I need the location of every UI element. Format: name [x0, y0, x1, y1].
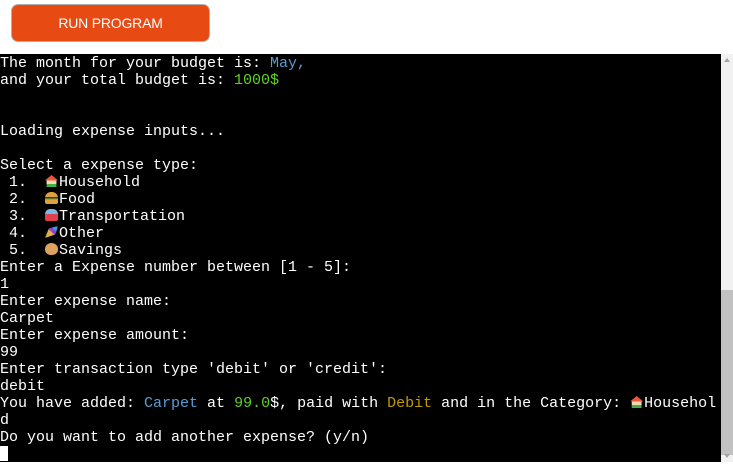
terminal-line: Enter expense name: [0, 293, 721, 310]
terminal-text: You have added: [0, 395, 145, 412]
terminal-text: The month for your budget is: [0, 55, 271, 72]
run-program-button[interactable]: RUN PROGRAM [11, 4, 210, 42]
house-icon [45, 175, 59, 187]
car-icon [45, 209, 59, 221]
terminal-line: 99 [0, 344, 721, 361]
terminal-text: 2. [0, 191, 46, 208]
terminal-text: debit [0, 378, 46, 395]
terminal-line: Do you want to add another expense? (y/n… [0, 429, 721, 446]
terminal-line: Enter transaction type 'debit' or 'credi… [0, 361, 721, 378]
terminal-text: Household [59, 174, 141, 191]
terminal-text: $, paid with [270, 395, 388, 412]
text-cursor [0, 446, 8, 461]
terminal-text: May, [270, 55, 307, 72]
terminal-text: Food [59, 191, 96, 208]
terminal-text: Carpet [144, 395, 199, 412]
terminal-scrollbar[interactable] [721, 54, 733, 462]
terminal-line: Enter expense amount: [0, 327, 721, 344]
terminal-text: 5. [0, 242, 46, 259]
terminal-line: 4. Other [0, 225, 721, 242]
terminal-line: 2. Food [0, 191, 721, 208]
terminal-line: Select a expense type: [0, 157, 721, 174]
terminal-line: d [0, 412, 721, 429]
terminal-text: Househol [644, 395, 717, 412]
terminal-text: 99.0 [234, 395, 271, 412]
terminal[interactable]: The month for your budget is: May, and yo… [0, 54, 721, 462]
terminal-text: Debit [387, 395, 433, 412]
terminal-line [0, 446, 721, 462]
terminal-line: Enter a Expense number between [1 - 5]: [0, 259, 721, 276]
terminal-output: The month for your budget is: May, and yo… [0, 54, 721, 462]
party-popper-icon [45, 226, 59, 238]
terminal-line: Carpet [0, 310, 721, 327]
money-bag-icon [45, 243, 59, 255]
terminal-line: and your total budget is: 1000$ [0, 72, 721, 89]
terminal-text: 1 [0, 276, 10, 293]
terminal-text: Carpet [0, 310, 55, 327]
terminal-line: Loading expense inputs... [0, 123, 721, 140]
terminal-text: Enter a Expense number between [1 - 5]: [0, 259, 352, 276]
terminal-text: Savings [59, 242, 123, 259]
scroll-down-arrow-icon[interactable] [724, 454, 730, 458]
terminal-text: at [198, 395, 235, 412]
terminal-text: 99 [0, 344, 19, 361]
terminal-text: d [0, 412, 10, 429]
terminal-text: Enter expense amount: [0, 327, 190, 344]
terminal-text: 1. [0, 174, 46, 191]
terminal-text: 1000$ [234, 72, 280, 89]
terminal-line: debit [0, 378, 721, 395]
terminal-line: 5. Savings [0, 242, 721, 259]
terminal-text: Do you want to add another expense? (y/n… [0, 429, 370, 446]
scroll-up-arrow-icon[interactable] [724, 58, 730, 62]
terminal-text: 4. [0, 225, 46, 242]
terminal-text: Transportation [59, 208, 186, 225]
terminal-text: and in the Category: [432, 395, 631, 412]
terminal-line: 3. Transportation [0, 208, 721, 225]
terminal-line: The month for your budget is: May, [0, 55, 721, 72]
burger-icon [45, 192, 59, 204]
house-icon [630, 396, 644, 408]
terminal-line: 1. Household [0, 174, 721, 191]
terminal-text: 3. [0, 208, 46, 225]
terminal-text: and your total budget is: [0, 72, 235, 89]
terminal-line: 1 [0, 276, 721, 293]
terminal-text: Other [59, 225, 105, 242]
terminal-text: Enter transaction type 'debit' or 'credi… [0, 361, 388, 378]
terminal-text: Loading expense inputs... [0, 123, 226, 140]
terminal-line: You have added: Carpet at 99.0$, paid wi… [0, 395, 721, 412]
terminal-text: Enter expense name: [0, 293, 172, 310]
scrollbar-thumb[interactable] [721, 290, 733, 455]
terminal-text: Select a expense type: [0, 157, 199, 174]
